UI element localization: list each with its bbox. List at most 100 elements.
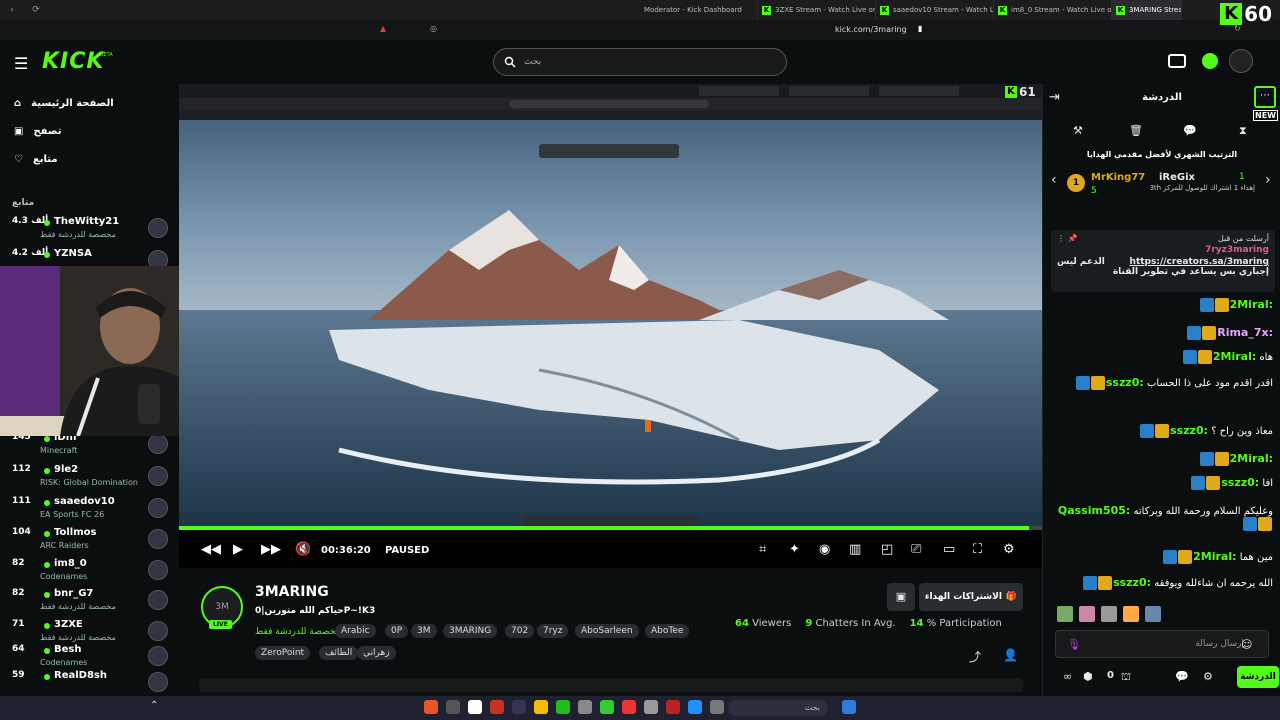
pin-options-icon[interactable]: ⋮ 📌	[1057, 234, 1078, 243]
leader-name[interactable]: MrKing77	[1091, 172, 1145, 183]
play-icon[interactable]: ▶	[233, 542, 243, 557]
stream-tag[interactable]: 702	[505, 624, 535, 638]
chat-username[interactable]: sszz0:	[1221, 476, 1259, 489]
taskbar-app-icon[interactable]	[468, 700, 482, 714]
sparkle-icon[interactable]: ✦	[789, 542, 800, 557]
rewind-icon[interactable]: ◀◀	[201, 542, 221, 557]
infinity-icon[interactable]: ∞	[1063, 670, 1072, 683]
microphone-icon[interactable]: 🎙	[1067, 638, 1081, 651]
emote-icon[interactable]	[1079, 606, 1095, 622]
stream-tag[interactable]: AboSarleen	[575, 624, 639, 638]
stream-category[interactable]: مخصصة للدردشة فقط	[255, 627, 340, 637]
clip-icon[interactable]: ⎚	[911, 542, 921, 557]
chat-username[interactable]: 2Miral:	[1230, 298, 1273, 311]
emoji-icon[interactable]: ☺	[1241, 638, 1252, 651]
back-icon[interactable]: ‹	[0, 5, 24, 15]
theater-mode-icon[interactable]: ▭	[943, 542, 955, 557]
following-channel-item[interactable]: 82 im8_0 Codenames	[10, 556, 170, 586]
stream-tag[interactable]: 7ryz	[537, 624, 569, 638]
speed-icon[interactable]: ◉	[819, 542, 830, 557]
video-player[interactable]: K 61 ◀◀ ▶ ▶▶ 🔇 00:36:20 PAUSED ⌗ ✦ ◉ ▥ ◰…	[179, 84, 1042, 568]
stream-tag[interactable]: زهراني	[357, 646, 396, 660]
emote-icon[interactable]	[1145, 606, 1161, 622]
kick-logo[interactable]: KICK	[42, 49, 104, 74]
menu-icon[interactable]: ☰	[14, 54, 28, 73]
chat-username[interactable]: 2Miral:	[1193, 550, 1236, 563]
brave-browser-icon[interactable]	[424, 700, 438, 714]
stream-tag[interactable]: 0P	[385, 624, 409, 638]
stream-tag[interactable]: 3MARING	[443, 624, 498, 638]
nav-home[interactable]: ⌂ الصفحة الرئيسية	[14, 98, 114, 109]
channel-name[interactable]: 3MARING	[255, 584, 329, 600]
chat-username[interactable]: sszz0:	[1113, 576, 1151, 589]
chat-send-button[interactable]: الدردشة	[1237, 666, 1279, 688]
reload-icon[interactable]: ⟳	[24, 5, 48, 15]
search-input[interactable]: بحث	[493, 48, 787, 76]
taskbar-chevron-up-icon[interactable]: ⌃	[150, 700, 158, 711]
taskbar-app-icon[interactable]	[556, 700, 570, 714]
taskbar-app-icon[interactable]	[446, 700, 460, 714]
stream-tag[interactable]: AboTee	[645, 624, 690, 638]
chrome-icon[interactable]	[534, 700, 548, 714]
pip-icon[interactable]: ◰	[881, 542, 893, 557]
chat-bubble-icon[interactable]: 💬	[1183, 124, 1197, 137]
nav-following[interactable]: ♡ متابع	[14, 154, 58, 165]
chat-message-input[interactable]: إرسال رسالة	[1055, 630, 1269, 658]
leader-name[interactable]: iReGix	[1159, 172, 1195, 183]
chevron-left-icon[interactable]: ‹	[1051, 172, 1057, 188]
chat-more-button[interactable]: ⋯	[1254, 86, 1276, 108]
gift-subs-button[interactable]: الاشتراكات الهداء 🎁	[919, 583, 1023, 611]
browser-tab[interactable]: Kim8_0 Stream - Watch Live on Kick	[994, 0, 1112, 20]
stats-icon[interactable]: ▥	[849, 542, 861, 557]
edge-icon[interactable]	[688, 700, 702, 714]
following-channel-item[interactable]: 104 Tollmos ARC Raiders	[10, 525, 170, 555]
playback-progress-bar[interactable]	[179, 526, 1042, 530]
settings-gear-icon[interactable]: ⚙	[1203, 670, 1213, 683]
pinned-link[interactable]: https://creators.sa/3maring	[1130, 257, 1269, 267]
chat-username[interactable]: 2Miral:	[1213, 350, 1256, 363]
crop-icon[interactable]: ⌗	[759, 542, 766, 557]
browser-tab[interactable]: K 3ZXE Stream - Watch Live on Kick	[758, 0, 876, 20]
url-text[interactable]: kick.com/3maring	[835, 25, 907, 34]
following-channel-item[interactable]: 112 9le2 RISK: Global Domination	[10, 462, 170, 492]
following-channel-item[interactable]: 59 RealD8sh	[10, 668, 170, 698]
follow-user-icon[interactable]: 👤	[1003, 648, 1018, 662]
taskbar-app-icon[interactable]	[600, 700, 614, 714]
chat-username[interactable]: sszz0:	[1106, 376, 1144, 389]
kick-points-icon[interactable]	[1202, 53, 1218, 69]
stream-tag[interactable]: Arabic	[335, 624, 376, 638]
bookmark-icon[interactable]: ▮	[918, 24, 922, 33]
windows-start-icon[interactable]	[842, 700, 856, 714]
points-icon[interactable]: ⬢	[1083, 670, 1093, 683]
taskbar-app-icon[interactable]	[710, 700, 724, 714]
trash-icon[interactable]: 🗑	[1129, 124, 1143, 137]
clip-button[interactable]: ▣	[887, 583, 915, 611]
stream-tag[interactable]: ZeroPoint	[255, 646, 311, 660]
share-icon[interactable]: ⤴	[969, 648, 981, 665]
chevron-right-icon[interactable]: ›	[1265, 172, 1271, 188]
settings-gear-icon[interactable]: ⚙	[1003, 542, 1015, 557]
fast-forward-icon[interactable]: ▶▶	[261, 542, 281, 557]
following-channel-item[interactable]: 111 saaedov10 EA Sports FC 26	[10, 494, 170, 524]
stream-tag[interactable]: 3M	[411, 624, 437, 638]
hourglass-icon[interactable]: ⧗	[1239, 124, 1247, 138]
taskbar-app-icon[interactable]	[622, 700, 636, 714]
taskbar-app-icon[interactable]	[578, 700, 592, 714]
nav-browse[interactable]: ▣ تصفح	[14, 126, 61, 137]
chat-username[interactable]: Qassim505:	[1058, 504, 1130, 517]
user-avatar[interactable]	[1229, 49, 1253, 73]
emote-icon[interactable]	[1123, 606, 1139, 622]
chat-username[interactable]: 2Miral:	[1230, 452, 1273, 465]
pinned-user[interactable]: 7ryz3maring	[1205, 245, 1269, 255]
browser-tab[interactable]: Moderator - Kick Dashboard	[640, 0, 758, 20]
gift-shop-icon[interactable]: ⛫	[1121, 670, 1131, 685]
stream-tag[interactable]: الطائف	[319, 646, 359, 660]
emote-icon[interactable]	[1057, 606, 1073, 622]
following-channel-item[interactable]: 82 bnr_G7 مخصصة للدردشة فقط	[10, 586, 170, 616]
taskbar-app-icon[interactable]	[666, 700, 680, 714]
chat-settings-bubble-icon[interactable]: 💬	[1175, 670, 1189, 683]
taskbar-app-icon[interactable]	[512, 700, 526, 714]
fullscreen-icon[interactable]: ⛶	[973, 542, 982, 557]
taskbar-app-icon[interactable]	[644, 700, 658, 714]
emote-icon[interactable]	[1101, 606, 1117, 622]
